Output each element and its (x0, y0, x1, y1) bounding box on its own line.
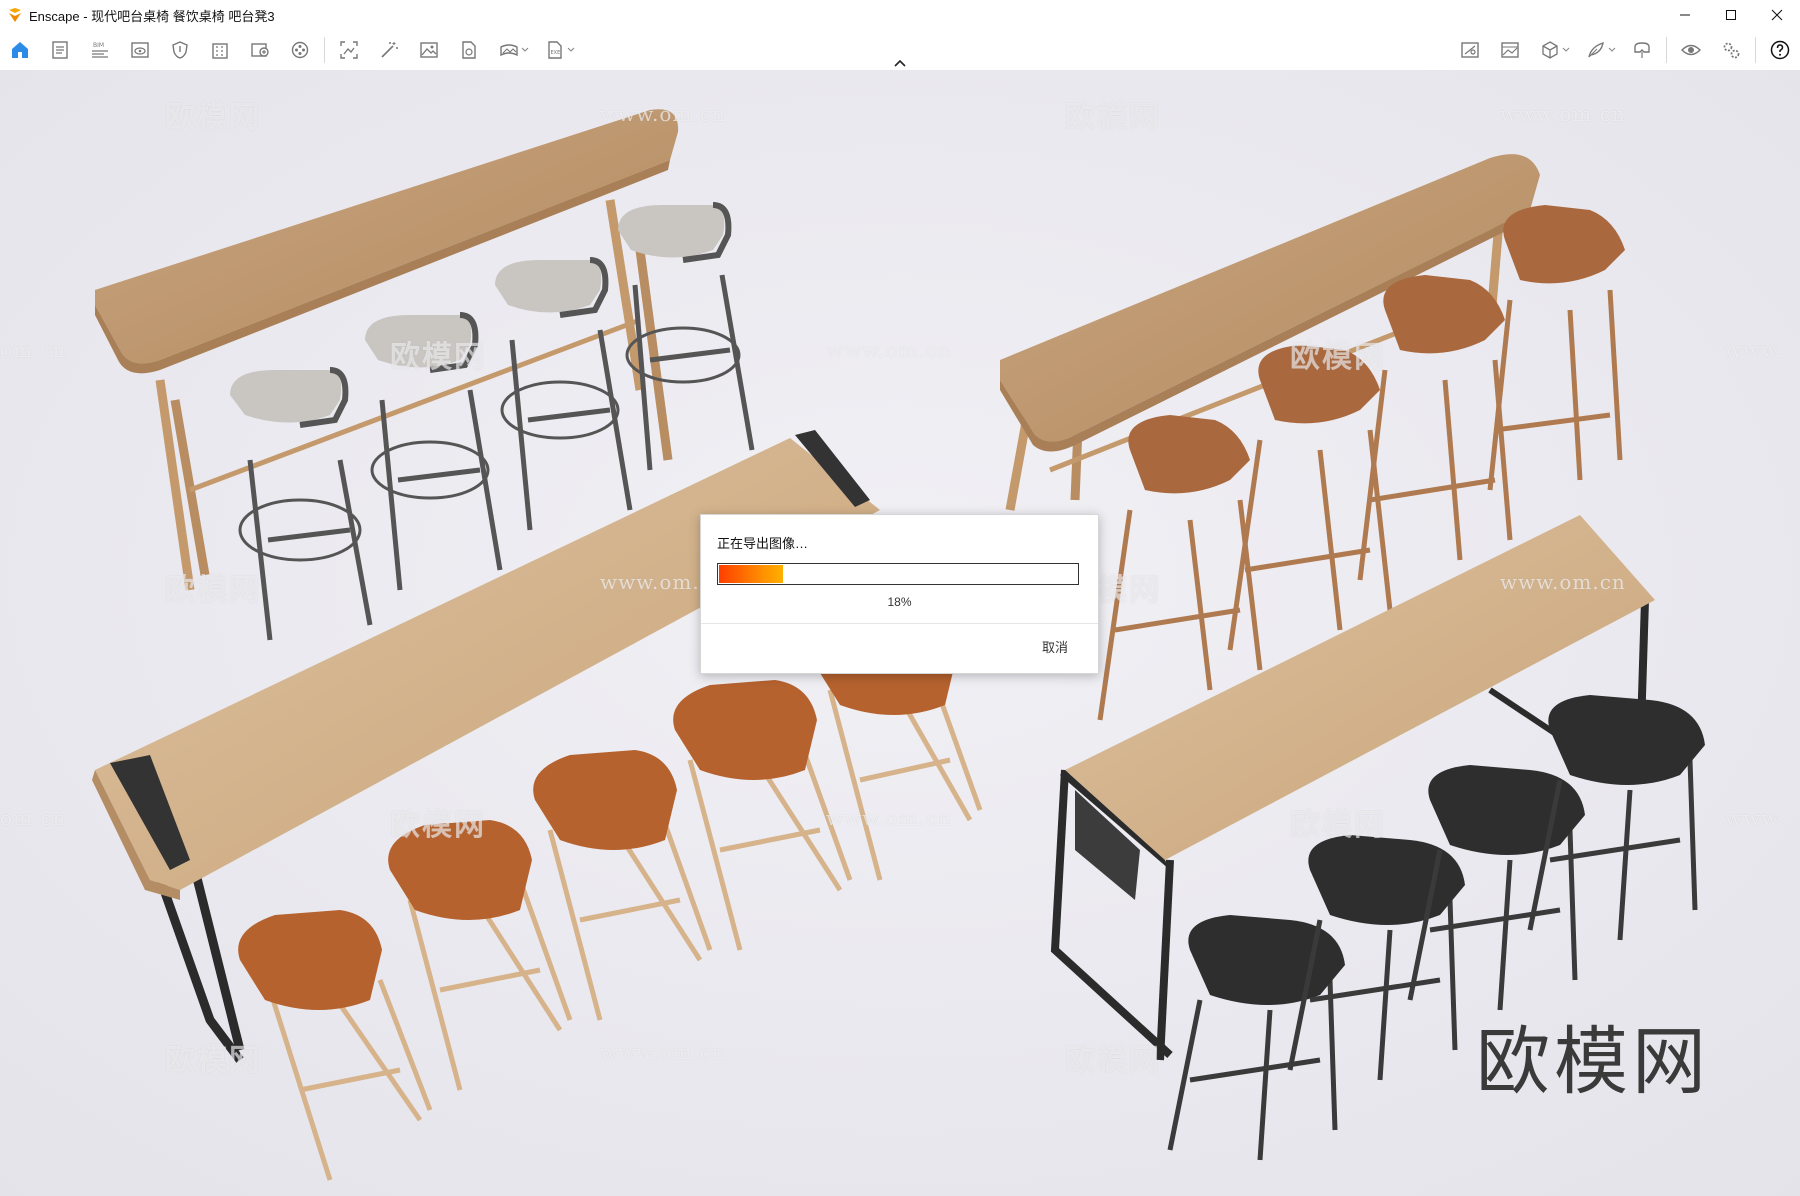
help-icon (1770, 40, 1790, 60)
asset-library-icon (251, 43, 269, 57)
vr-headset-button[interactable] (1622, 30, 1662, 70)
progress-fill (719, 565, 783, 583)
export-progress-dialog: 正在导出图像… 18% 取消 (700, 514, 1099, 674)
watermark-url: www.om.cn (600, 1040, 726, 1064)
window-controls (1662, 0, 1800, 30)
toolbar-separator (324, 37, 325, 63)
watermark-logo: 欧模网 (165, 1044, 261, 1077)
watermark-url: www.om.cn (826, 806, 952, 830)
building-icon (212, 43, 228, 59)
settings-button[interactable] (1711, 30, 1751, 70)
dialog-title: 正在导出图像… (717, 536, 809, 551)
settings-icon (1723, 42, 1740, 59)
toolbar-separator (1755, 37, 1756, 63)
export-file-button[interactable] (449, 30, 489, 70)
bim-button[interactable]: BIM (80, 30, 120, 70)
video-reel-icon (291, 41, 309, 59)
home-icon (12, 42, 28, 58)
enscape-logo-icon (9, 8, 21, 22)
image-gallery-icon (1501, 42, 1519, 58)
shield-icon (172, 41, 188, 59)
brand-watermark: 欧模网 (1476, 1019, 1710, 1105)
toolbar-left-group: BIM EXE (0, 30, 581, 70)
watermark-url: om.cn (0, 338, 67, 362)
cube-button[interactable] (1530, 30, 1570, 70)
watermark-url: www. (1725, 338, 1785, 362)
watermark-logo: 欧模网 (1065, 101, 1161, 134)
toolbar-right-group (1450, 30, 1800, 70)
bim-icon: BIM (92, 42, 108, 58)
window-title: Enscape - 现代吧台桌椅 餐饮桌椅 吧台凳3 (29, 8, 275, 24)
panorama-icon (500, 44, 518, 57)
magic-wand-icon (381, 42, 398, 58)
image-icon (420, 42, 438, 58)
cancel-button[interactable]: 取消 (1042, 637, 1068, 656)
svg-text:EXE: EXE (551, 50, 561, 56)
cube-icon (1542, 41, 1558, 59)
exe-export-icon: EXE (548, 41, 562, 59)
feather-button[interactable] (1576, 30, 1616, 70)
magic-wand-button[interactable] (369, 30, 409, 70)
building-button[interactable] (200, 30, 240, 70)
watermark-url: www. (1725, 806, 1785, 830)
maximize-icon (1726, 10, 1736, 20)
eye-icon (1681, 44, 1701, 56)
panorama-button[interactable] (489, 30, 529, 70)
home-button[interactable] (0, 30, 40, 70)
exe-export-button[interactable]: EXE (535, 30, 575, 70)
close-button[interactable] (1754, 0, 1800, 30)
asset-library-button[interactable] (240, 30, 280, 70)
view-button[interactable] (120, 30, 160, 70)
image-gallery-button[interactable] (1490, 30, 1530, 70)
dialog-divider (701, 623, 1098, 624)
progress-percent: 18% (887, 595, 912, 609)
watermark-logo: 欧模网 (165, 574, 261, 607)
watermark-url: om.cn (0, 806, 67, 830)
export-file-icon (462, 41, 476, 59)
minimize-button[interactable] (1662, 0, 1708, 30)
collapse-toolbar-chevron-icon[interactable] (892, 58, 908, 68)
screenshot-button[interactable] (329, 30, 369, 70)
video-reel-button[interactable] (280, 30, 320, 70)
watermark-logo: 欧模网 (1290, 341, 1386, 374)
watermark-url: www.om.cn (826, 338, 952, 362)
views-map-button[interactable] (1450, 30, 1490, 70)
close-icon (1771, 9, 1783, 21)
eye-button[interactable] (1671, 30, 1711, 70)
help-button[interactable] (1760, 30, 1800, 70)
export-progress-bar (717, 563, 1079, 585)
watermark-logo: 欧模网 (390, 341, 486, 374)
watermark-logo: 欧模网 (1290, 809, 1386, 842)
document-button[interactable] (40, 30, 80, 70)
screenshot-icon (340, 41, 358, 59)
feather-icon (1588, 41, 1604, 58)
document-icon (52, 41, 68, 59)
views-map-icon (1461, 42, 1479, 58)
view-icon (131, 42, 149, 58)
shield-button[interactable] (160, 30, 200, 70)
svg-text:BIM: BIM (93, 42, 104, 49)
watermark-logo: 欧模网 (390, 809, 486, 842)
watermark-logo: 欧模网 (1065, 1044, 1161, 1077)
title-bar: Enscape - 现代吧台桌椅 餐饮桌椅 吧台凳3 (0, 0, 1800, 30)
watermark-logo: 欧模网 (165, 101, 261, 134)
minimize-icon (1680, 14, 1690, 16)
toolbar-separator (1666, 37, 1667, 63)
watermark-url: www.om.cn (600, 102, 726, 126)
watermark-url: www.om.cn (1500, 570, 1626, 594)
vr-headset-icon (1634, 42, 1650, 58)
maximize-button[interactable] (1708, 0, 1754, 30)
watermark-url: www.om.cn (1500, 102, 1626, 126)
image-button[interactable] (409, 30, 449, 70)
